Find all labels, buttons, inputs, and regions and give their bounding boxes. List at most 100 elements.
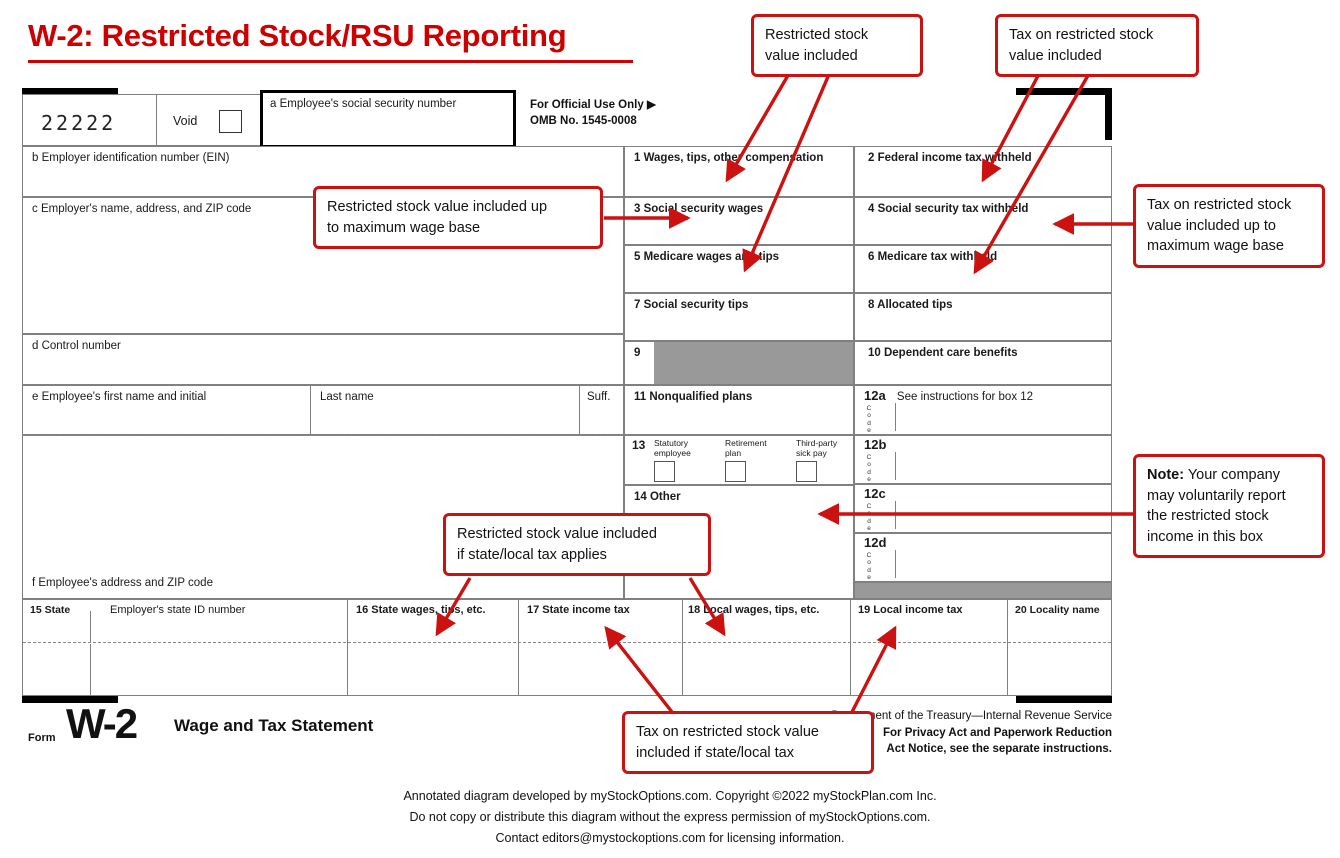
box-1-number: 1 Wages, tips, other compensation (634, 152, 824, 164)
box-13-number: 13 (632, 438, 646, 452)
callout-7-text: Tax on restricted stock value included i… (636, 724, 819, 761)
callout-tax-on-restricted-stock-value-included: Tax on restricted stock value included (995, 14, 1199, 78)
box-14-label: 14 Other (634, 491, 681, 503)
callout-1-text: Restricted stock value included (765, 27, 869, 64)
footer-form-title: Wage and Tax Statement (174, 716, 374, 735)
callout-3-text: Restricted stock value included up to ma… (327, 199, 548, 236)
box-3-label: 3 Social security wages (634, 203, 764, 215)
box-b-label: b Employer identification number (EIN) (32, 152, 230, 164)
dashed-tick-1 (310, 428, 311, 436)
callout-4-text: Tax on restricted stock value included u… (1147, 197, 1292, 255)
callout-6-text: Restricted stock value included if state… (457, 526, 657, 563)
box-12c[interactable] (854, 484, 1112, 533)
box-12d-code-label: Code (866, 552, 872, 581)
official-use-block: For Official Use Only ▶ OMB No. 1545-000… (530, 98, 656, 129)
box-12c-code-label: Code (866, 503, 872, 532)
void-checkbox[interactable] (219, 110, 242, 133)
box-12d-code-tick (895, 550, 896, 578)
box-13-statutory-checkbox[interactable] (654, 461, 675, 482)
box-18-label: 18 Local wages, tips, etc. (688, 604, 820, 616)
callout-restricted-stock-state-local: Restricted stock value included if state… (443, 513, 711, 577)
credits-line-1: Annotated diagram developed by myStockOp… (403, 789, 937, 803)
callout-note-voluntary-reporting: Note: Your company may voluntarily repor… (1133, 454, 1325, 559)
box-1-label: 1 Wages, tips, other compensation (634, 152, 823, 165)
box-12a-label: 12a See instructions for box 12 (864, 388, 1034, 404)
box-12d[interactable] (854, 533, 1112, 582)
box-12a-code-tick (895, 403, 896, 431)
box-12a-number: 12a (864, 388, 886, 403)
box-12b-code-tick (895, 452, 896, 480)
callout-2-text: Tax on restricted stock value included (1009, 27, 1154, 64)
box-13-thirdparty-label: Third-party sick pay (796, 438, 838, 458)
box-5-label: 5 Medicare wages and tips (634, 251, 780, 263)
title-underline (28, 60, 633, 63)
void-divider (156, 95, 157, 145)
box-20-label: 20 Locality name (1015, 604, 1100, 616)
footer-form-word: Form (28, 732, 56, 744)
state-col-div-3 (682, 599, 683, 696)
box-2-label: 2 Federal income tax withheld (868, 152, 1032, 164)
callout-tax-state-local: Tax on restricted stock value included i… (622, 711, 874, 775)
official-use-line1: For Official Use Only ▶ (530, 99, 656, 111)
box-19-label: 19 Local income tax (858, 604, 963, 616)
box-12d-number: 12d (864, 535, 887, 550)
credits-line-3: Contact editors@mystockoptions.com for l… (495, 831, 845, 845)
box-15-state-label: 15 State (30, 604, 71, 616)
w2-form: 22222 Void a Employee's social security … (22, 88, 1112, 703)
employee-name-dashed-split (23, 435, 623, 436)
box-13-statutory-label: Statutory employee (654, 438, 691, 458)
box-d-label: d Control number (32, 340, 121, 352)
callout-5-note-label: Note: (1147, 467, 1185, 483)
state-col-div-2 (518, 599, 519, 696)
box-f-label: f Employee's address and ZIP code (32, 577, 213, 589)
box-10-label: 10 Dependent care benefits (868, 347, 1018, 359)
box-15-id-label: Employer's state ID number (110, 604, 246, 616)
box-17-label: 17 State income tax (527, 604, 630, 616)
box-6-label: 6 Medicare tax withheld (868, 251, 998, 263)
void-label: Void (173, 114, 198, 128)
box-e-label: e Employee's first name and initial (32, 391, 207, 403)
corner-mark-top-right (1016, 88, 1112, 95)
dashed-tick-2 (579, 428, 580, 436)
w2-annotated-diagram: W-2: Restricted Stock/RSU Reporting 2222… (0, 0, 1340, 858)
box-8-label: 8 Allocated tips (868, 299, 953, 311)
box-e-suffix-label: Suff. (587, 391, 611, 403)
box-11-label: 11 Nonqualified plans (634, 391, 753, 403)
control-number-22222-box: 22222 Void (22, 94, 262, 146)
callout-restricted-stock-up-to-max-wage-base: Restricted stock value included up to ma… (313, 186, 603, 250)
state-col-div-1 (347, 599, 348, 696)
credits-line-2: Do not copy or distribute this diagram w… (409, 810, 931, 824)
box-13-retirement-checkbox[interactable] (725, 461, 746, 482)
box-12a-code-label: Code (866, 405, 872, 434)
box-13-retirement-label: Retirement plan (725, 438, 767, 458)
box-7-label: 7 Social security tips (634, 299, 749, 311)
box-4-label: 4 Social security tax withheld (868, 203, 1029, 215)
state-col-div-5 (1007, 599, 1008, 696)
form-footer: Form W-2 Wage and Tax Statement Departme… (22, 700, 1112, 762)
box-e-lastname-label: Last name (320, 391, 374, 403)
box-9-gray-fill (654, 342, 853, 384)
callout-tax-up-to-max-wage-base: Tax on restricted stock value included u… (1133, 184, 1325, 268)
box-12c-number: 12c (864, 486, 886, 501)
box-12b[interactable] (854, 435, 1112, 484)
box-13-thirdparty-checkbox[interactable] (796, 461, 817, 482)
shaded-strip-right (854, 582, 1112, 599)
control-number-value: 22222 (41, 111, 117, 135)
box-12b-code-label: Code (866, 454, 872, 483)
credits-block: Annotated diagram developed by myStockOp… (0, 786, 1340, 849)
box-9-label: 9 (634, 347, 641, 359)
box-16-label: 16 State wages, tips, etc. (356, 604, 486, 616)
page-title: W-2: Restricted Stock/RSU Reporting (28, 18, 567, 53)
box-a-label: a Employee's social security number (270, 98, 457, 110)
corner-mark-top-right-v (1105, 88, 1112, 140)
state-code-tick-bottom (90, 644, 91, 696)
omb-number: OMB No. 1545-0008 (530, 114, 637, 127)
state-local-dashed-split (23, 642, 1111, 643)
box-12a-text: See instructions for box 12 (896, 391, 1034, 403)
footer-w2-logo: W-2 (66, 700, 138, 747)
box-12b-number: 12b (864, 437, 887, 452)
state-col-div-4 (850, 599, 851, 696)
box-12c-code-tick (895, 501, 896, 529)
box-c-label: c Employer's name, address, and ZIP code (32, 203, 252, 215)
callout-restricted-stock-value-included: Restricted stock value included (751, 14, 923, 78)
